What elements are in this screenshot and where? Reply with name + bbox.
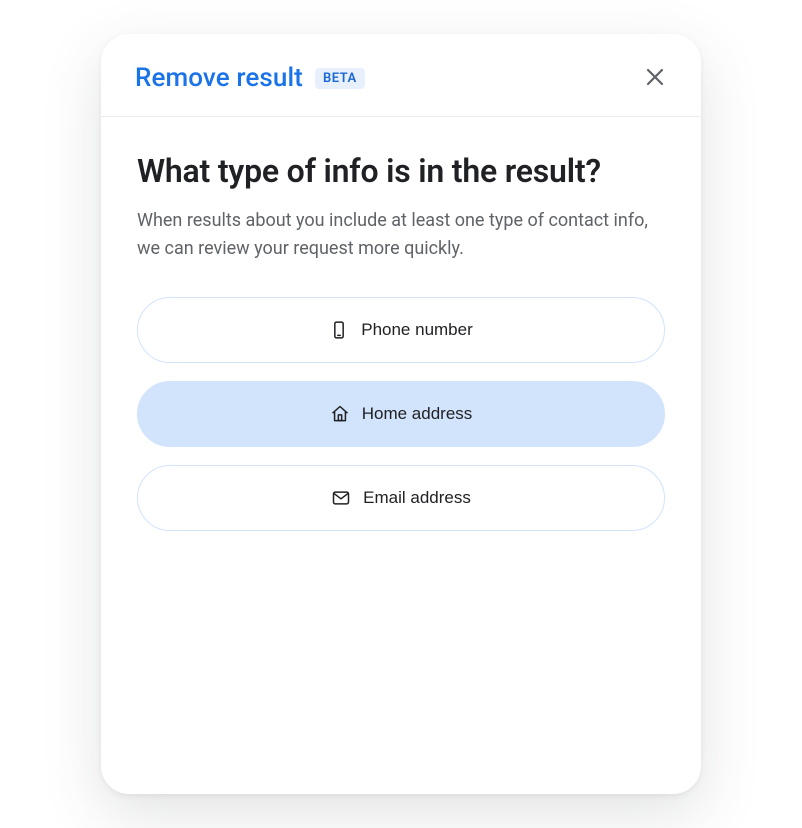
- dialog-header: Remove result BETA: [101, 34, 701, 117]
- option-label: Email address: [363, 488, 471, 508]
- option-email-address[interactable]: Email address: [137, 465, 665, 531]
- dialog-title-wrap: Remove result BETA: [135, 63, 365, 93]
- option-label: Home address: [362, 404, 473, 424]
- options-list: Phone number Home address: [101, 277, 701, 531]
- dialog-card: Remove result BETA What type of info is …: [101, 34, 701, 794]
- dialog-body: What type of info is in the result? When…: [101, 117, 701, 277]
- close-icon: [643, 65, 667, 92]
- beta-badge: BETA: [315, 68, 365, 89]
- question-subtext: When results about you include at least …: [137, 207, 665, 263]
- home-icon: [330, 404, 350, 424]
- email-icon: [331, 488, 351, 508]
- phone-icon: [329, 320, 349, 340]
- question-heading: What type of info is in the result?: [137, 151, 665, 191]
- option-label: Phone number: [361, 320, 473, 340]
- close-button[interactable]: [639, 62, 671, 94]
- option-phone-number[interactable]: Phone number: [137, 297, 665, 363]
- option-home-address[interactable]: Home address: [137, 381, 665, 447]
- dialog-title: Remove result: [135, 63, 303, 93]
